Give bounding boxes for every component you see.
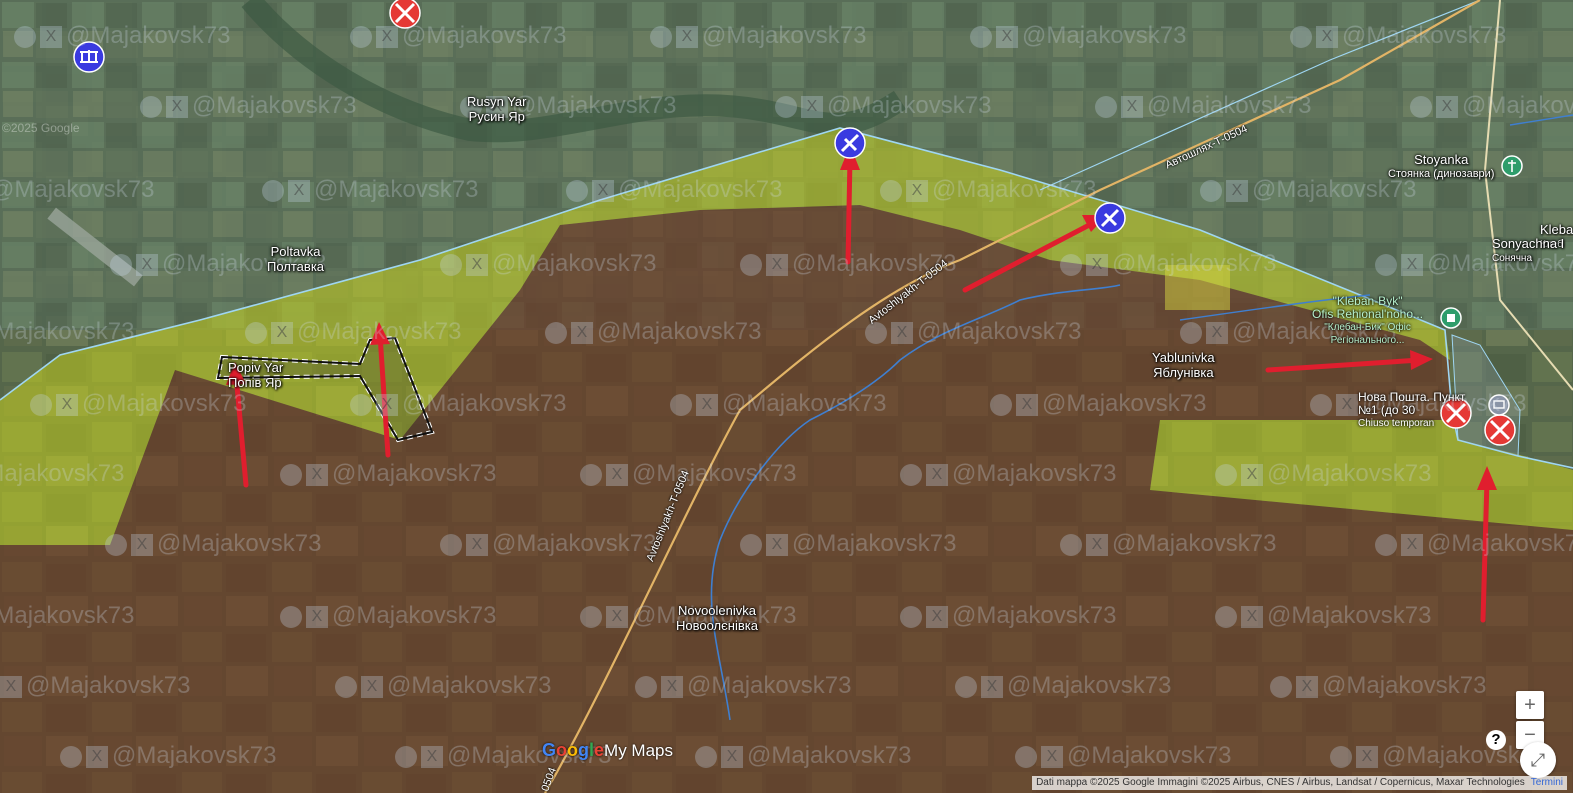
watermark: X@Majakovsk73 — [1330, 742, 1546, 770]
place-label-popiv-yar: Popiv Yar Попів Яр — [228, 360, 284, 390]
watermark: X@Majakovsk73 — [140, 92, 356, 120]
watermark: X@Majakovsk73 — [350, 22, 566, 50]
place-label-yablunivka: Yablunivka Яблунівка — [1152, 350, 1215, 380]
watermark: X@Majakovsk73 — [1215, 602, 1431, 630]
watermark: X@Majakovsk73 — [1095, 92, 1311, 120]
watermark: X@Majakovsk73 — [740, 530, 956, 558]
watermark: X@Majakovsk73 — [1290, 22, 1506, 50]
watermark: X@Majakovsk73 — [1200, 176, 1416, 204]
watermark: X@Majakovsk73 — [245, 318, 461, 346]
watermark: X@Majakovsk73 — [695, 742, 911, 770]
watermark: X@Majakovsk73 — [1215, 460, 1431, 488]
watermark: X@Majakovsk73 — [865, 318, 1081, 346]
google-my-maps-logo: GoogleMy Maps — [542, 740, 674, 760]
watermark: X@Majakovsk73 — [545, 318, 761, 346]
watermark: X@Majakovsk73 — [105, 530, 321, 558]
watermark: X@Majakovsk73 — [1060, 530, 1276, 558]
place-label-stoyanka: Stoyanka Стоянка (динозаври) — [1388, 152, 1495, 180]
aircraft-icon[interactable] — [834, 127, 866, 159]
poi-label-kleban-byk[interactable]: "Kleban-Byk" Ofis Rehional'noho... "Клеб… — [1312, 295, 1423, 347]
place-label-novoolenivka: Novoolenivka Новоолєнівка — [676, 603, 758, 633]
faint-copyright: ©2025 Google — [2, 121, 80, 135]
office-pin-icon[interactable] — [1440, 307, 1462, 329]
watermark: X@Majakovsk73 — [955, 672, 1171, 700]
expand-icon: ⤢ — [1530, 750, 1546, 770]
map-attribution: Dati mappa ©2025 Google Immagini ©2025 A… — [1032, 776, 1567, 790]
watermark: @Majakovsk73 — [0, 602, 135, 629]
watermark: X@Majakovsk73 — [440, 530, 656, 558]
place-label-poltavka: Poltavka Полтавка — [267, 244, 325, 274]
watermark: X@Majakovsk73 — [14, 22, 230, 50]
watermark: X@Majakovsk73 — [635, 672, 851, 700]
watermark: X@Majakovsk73 — [1060, 250, 1276, 278]
help-button[interactable]: ? — [1486, 730, 1506, 750]
place-label-rusyn-yar: Rusyn Yar Русин Яр — [467, 94, 527, 124]
watermark: X@Majakovsk73 — [650, 22, 866, 50]
watermark: X@Majakovsk73 — [566, 176, 782, 204]
watermark: X@Majakovsk73 — [30, 390, 246, 418]
watermark: X@Majakovsk73 — [350, 390, 566, 418]
watermark: X@Majakovsk73 — [280, 602, 496, 630]
zoom-in-button[interactable]: + — [1516, 691, 1544, 719]
attack-arrow-3 — [845, 155, 853, 265]
watermark: X@Majakovsk73 — [775, 92, 991, 120]
watermark: X@Majakovsk73 — [60, 742, 276, 770]
watermark: X@Majakovsk73 — [670, 390, 886, 418]
watermark: X@Majakovsk73 — [262, 176, 478, 204]
watermark: X@Majakovsk73 — [900, 602, 1116, 630]
watermark: X@Majakovsk73 — [0, 672, 190, 700]
place-label-sonyachna: Sonyachna I Сонячна — [1492, 236, 1565, 264]
watermark: X@Majakovsk73 — [900, 460, 1116, 488]
watermark: X@Majakovsk73 — [1410, 92, 1573, 120]
watermark: X@Majakovsk73 — [970, 22, 1186, 50]
watermark: X@Majakovsk73 — [1015, 742, 1231, 770]
watermark: @Majakovsk73 — [0, 176, 155, 203]
watermark: X@Majakovsk73 — [335, 672, 551, 700]
watermark: X@Majakovsk73 — [1375, 530, 1573, 558]
park-pin-icon[interactable] — [1501, 155, 1523, 177]
watermark: X@Majakovsk73 — [880, 176, 1096, 204]
strike-icon[interactable] — [1484, 414, 1516, 446]
watermark: @Majakovsk73 — [0, 318, 135, 345]
poi-label-nova-poshta[interactable]: Нова Пошта. Пункт №1 (до 30 Chiuso tempo… — [1358, 391, 1465, 430]
aircraft-icon[interactable] — [1094, 202, 1126, 234]
terms-link[interactable]: Termini — [1531, 777, 1563, 788]
watermark: X@Majakovsk73 — [440, 250, 656, 278]
watermark: X@Majakovsk73 — [990, 390, 1206, 418]
watermark: X@Majakovsk73 — [1270, 672, 1486, 700]
fullscreen-button[interactable]: ⤢ — [1520, 742, 1556, 778]
watermark: @Majakovsk73 — [0, 460, 125, 487]
watermark: X@Majakovsk73 — [280, 460, 496, 488]
